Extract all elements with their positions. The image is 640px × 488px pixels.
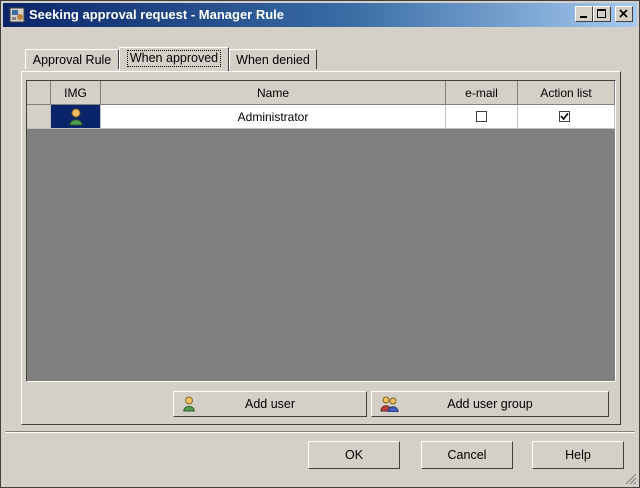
tab-label: Approval Rule (32, 53, 112, 67)
close-icon (619, 9, 628, 18)
row-selector[interactable] (27, 105, 51, 129)
column-header-action-list[interactable]: Action list (518, 81, 615, 105)
resize-grip-icon[interactable] (625, 473, 637, 485)
table-row-email-cell[interactable] (446, 105, 518, 129)
tab-approval-rule[interactable]: Approval Rule (25, 49, 119, 69)
tab-when-approved[interactable]: When approved (119, 47, 229, 71)
cancel-button[interactable]: Cancel (421, 441, 513, 469)
title-bar[interactable]: Seeking approval request - Manager Rule (3, 3, 637, 27)
ok-button[interactable]: OK (308, 441, 400, 469)
maximize-icon (597, 9, 606, 18)
window-title: Seeking approval request - Manager Rule (29, 7, 285, 22)
row-selector-header (27, 81, 51, 105)
tab-label: When approved (126, 50, 222, 67)
add-user-button[interactable]: Add user (173, 391, 367, 417)
table-row-action-list-cell[interactable] (518, 105, 615, 129)
add-user-group-button[interactable]: Add user group (371, 391, 609, 417)
minimize-button[interactable] (575, 6, 593, 22)
table-row-name-cell[interactable]: Administrator (101, 105, 446, 129)
action-list-checkbox[interactable] (559, 111, 570, 122)
recipients-grid[interactable]: IMG Name e-mail Action list Administrato… (26, 80, 616, 382)
maximize-button[interactable] (593, 6, 611, 22)
tab-label: When denied (236, 53, 310, 67)
dialog-window: Seeking approval request - Manager Rule … (0, 0, 640, 488)
add-user-group-label: Add user group (447, 397, 533, 411)
user-icon (69, 108, 83, 126)
help-button[interactable]: Help (532, 441, 624, 469)
divider (5, 431, 635, 433)
table-row-img-cell[interactable] (51, 105, 101, 129)
app-icon (9, 7, 25, 23)
close-button[interactable] (615, 6, 633, 22)
minimize-icon (580, 16, 587, 18)
tab-when-denied[interactable]: When denied (229, 49, 317, 69)
user-icon (182, 396, 196, 420)
column-header-name[interactable]: Name (101, 81, 446, 105)
add-user-label: Add user (244, 397, 296, 411)
column-header-email[interactable]: e-mail (446, 81, 518, 105)
column-header-img[interactable]: IMG (51, 81, 101, 105)
check-icon (560, 112, 569, 121)
email-checkbox[interactable] (476, 111, 487, 122)
user-group-icon (380, 396, 400, 420)
